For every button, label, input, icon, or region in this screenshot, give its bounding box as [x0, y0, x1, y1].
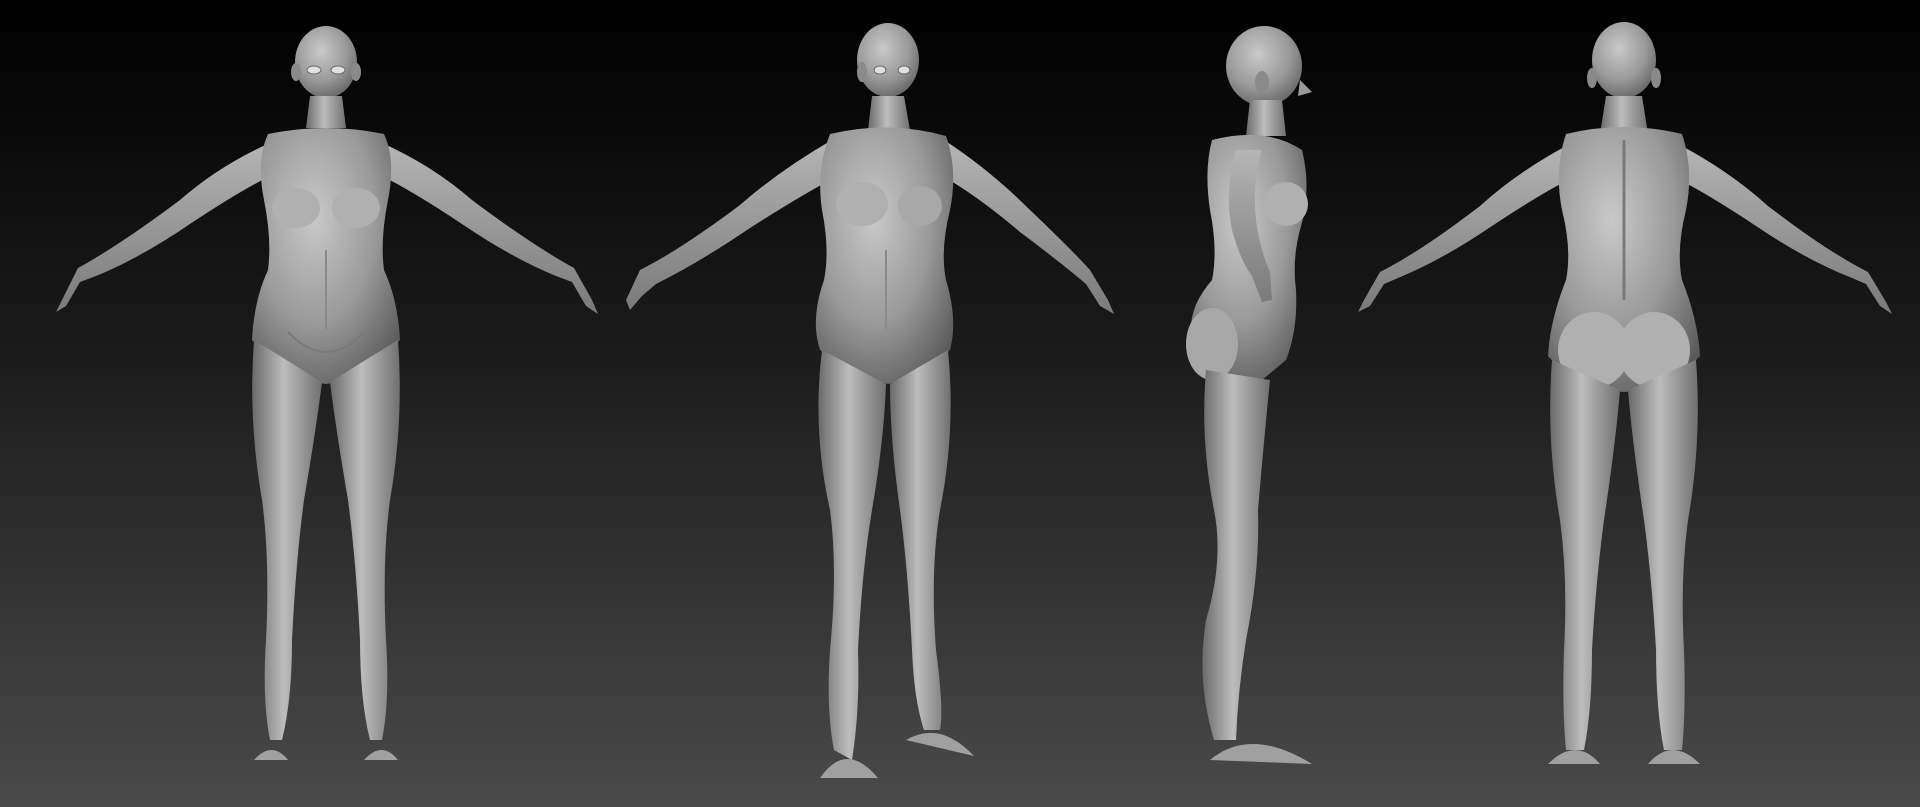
- head: [295, 26, 357, 98]
- turnaround-render: [0, 0, 1920, 807]
- head: [857, 23, 919, 97]
- head: [1592, 22, 1656, 98]
- sculpt-viewport: [0, 0, 1920, 807]
- head: [1226, 26, 1302, 106]
- torso: [815, 127, 954, 384]
